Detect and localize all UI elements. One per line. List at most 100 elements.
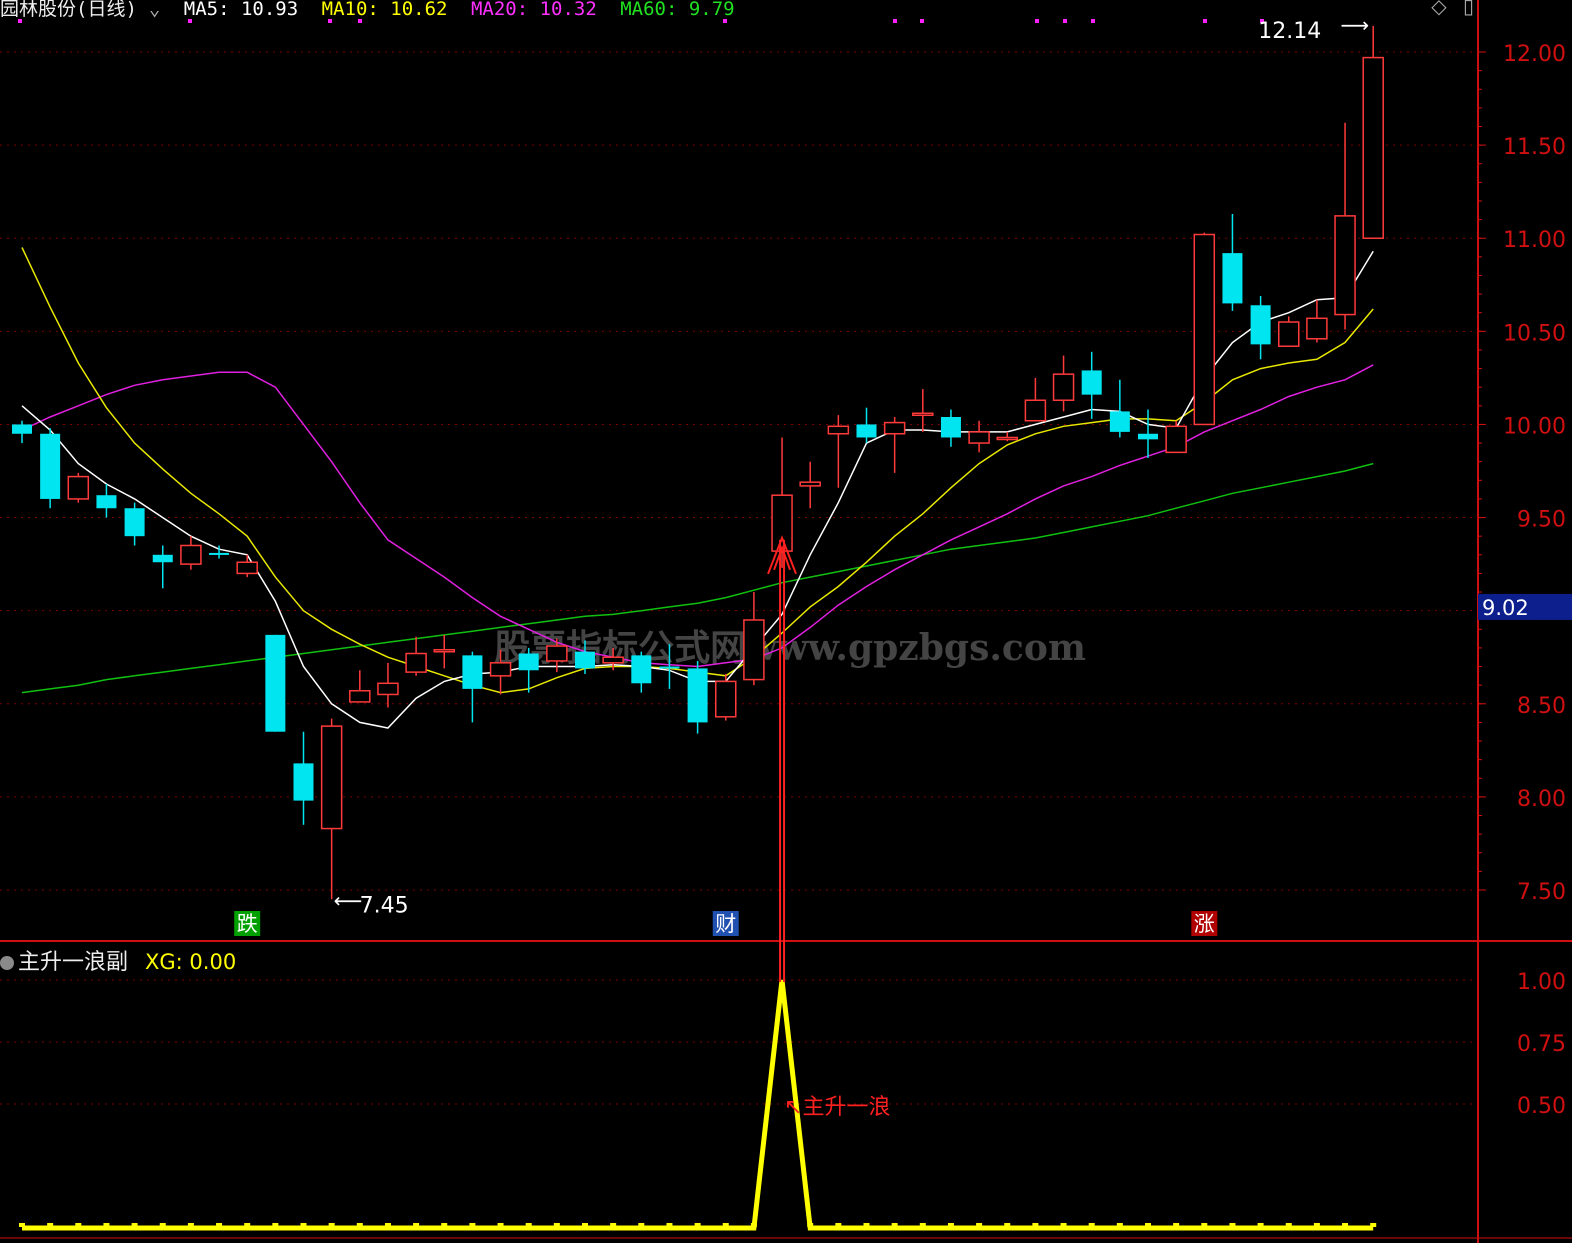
- xg-point: [300, 1223, 307, 1227]
- candle-body-down: [1222, 253, 1243, 304]
- candle-body-down: [209, 552, 230, 555]
- xg-point: [75, 1223, 82, 1227]
- top-marker: [1035, 19, 1039, 23]
- xg-point: [1201, 1223, 1208, 1227]
- candle-body-up: [912, 412, 934, 417]
- candle-body-up: [715, 680, 737, 718]
- candle-body-down: [12, 424, 32, 434]
- xg-point: [244, 1223, 251, 1227]
- xg-point: [384, 1223, 391, 1227]
- xg-point: [1145, 1223, 1151, 1227]
- y-tick-label: 10.50: [1503, 321, 1566, 346]
- panel-icon[interactable]: ▯: [1463, 0, 1474, 18]
- signal-annotation: ↖主升一浪: [784, 1095, 890, 1120]
- high-arrow-icon: ⟶: [1341, 13, 1370, 37]
- xg-point: [1285, 1223, 1292, 1227]
- top-marker: [1091, 19, 1095, 23]
- high-price-label: 12.14: [1258, 19, 1321, 44]
- candle-body-up: [1334, 215, 1356, 316]
- y-tick-label: 8.50: [1517, 694, 1566, 719]
- candle-body-up: [1052, 373, 1075, 401]
- xg-point: [666, 1223, 673, 1227]
- candle-body-down: [462, 655, 483, 689]
- diamond-icon[interactable]: ◇: [1431, 0, 1446, 18]
- top-marker: [893, 19, 897, 23]
- candle-body-down: [940, 416, 961, 438]
- ma20-line: [21, 364, 1374, 668]
- xg-point: [1342, 1223, 1349, 1227]
- xg-point: [750, 1223, 757, 1227]
- ma20-label: MA20: 10.32: [470, 0, 597, 20]
- y-tick-label: 10.00: [1503, 414, 1566, 439]
- xg-point: [47, 1223, 54, 1227]
- candle-body-up: [602, 656, 624, 664]
- xg-point: [582, 1223, 588, 1227]
- indicator-header: 主升一浪副 XG: 0.00: [0, 944, 236, 976]
- xg-point: [976, 1223, 983, 1227]
- y-tick-label: 8.00: [1517, 787, 1566, 812]
- candle-body-down: [293, 763, 314, 801]
- candle-body-down: [856, 424, 877, 438]
- top-marker: [1203, 19, 1207, 23]
- candle-body-down: [1250, 305, 1271, 345]
- candle-body-down: [40, 433, 61, 499]
- dropdown-icon[interactable]: ⌄: [149, 0, 160, 20]
- candle-body-down: [152, 554, 173, 563]
- candle-body-up: [320, 725, 343, 830]
- xg-point: [159, 1223, 166, 1227]
- low-price-label: 7.45: [360, 893, 409, 918]
- xg-point: [469, 1223, 476, 1227]
- candle-body-down: [1081, 370, 1102, 395]
- event-marker-label: 跌: [237, 912, 258, 936]
- candle-body-down: [124, 508, 145, 537]
- candle-body-up: [827, 425, 850, 435]
- xg-point: [525, 1223, 532, 1227]
- candle-body-down: [575, 651, 595, 669]
- xg-point: [891, 1223, 898, 1227]
- xg-point: [1370, 1223, 1377, 1227]
- top-marker: [1063, 19, 1067, 23]
- xg-point: [328, 1223, 335, 1227]
- candle-body-up: [349, 689, 371, 703]
- xg-point: [694, 1223, 701, 1227]
- low-arrow-icon: ⟵: [334, 888, 363, 912]
- xg-point: [103, 1223, 110, 1227]
- xg-point: [1060, 1223, 1067, 1227]
- xg-point: [610, 1223, 617, 1227]
- xg-point: [722, 1223, 729, 1227]
- xg-point: [1313, 1223, 1320, 1227]
- candle-body-up: [180, 544, 202, 565]
- y-tick-label: 12.00: [1503, 42, 1566, 67]
- xg-point: [19, 1223, 25, 1227]
- ma5-label: MA5: 10.93: [183, 0, 299, 20]
- candle-body-up: [405, 652, 427, 673]
- xg-point: [947, 1223, 954, 1227]
- xg-point: [553, 1223, 560, 1227]
- candle-body-down: [687, 668, 708, 723]
- chart-canvas[interactable]: 股票指标公式网www.gpzbgs.com 12.0011.5011.0010.…: [0, 0, 1572, 1243]
- sub-y-tick-label: 1.00: [1517, 970, 1566, 995]
- xg-point: [216, 1223, 223, 1227]
- event-marker-label: 财: [715, 912, 736, 936]
- indicator-name[interactable]: 主升一浪副: [18, 950, 128, 975]
- candle-body-up: [433, 649, 455, 653]
- top-toolbar: ◇ ▯: [1431, 0, 1474, 18]
- candle-body-up: [67, 475, 90, 500]
- candle-body-up: [1362, 56, 1384, 239]
- indicator-menu-icon[interactable]: [0, 956, 14, 970]
- ma60-label: MA60: 9.79: [620, 0, 735, 20]
- xg-point: [1088, 1223, 1095, 1227]
- event-marker-label: 涨: [1194, 912, 1215, 936]
- xg-point: [1229, 1223, 1236, 1227]
- xg-point: [441, 1223, 448, 1227]
- xg-point: [356, 1223, 363, 1227]
- candle-body-up: [1165, 425, 1187, 454]
- candle-body-up: [1306, 317, 1328, 340]
- xg-point: [1257, 1223, 1264, 1227]
- y-tick-label: 9.50: [1517, 508, 1566, 533]
- xg-point: [413, 1223, 420, 1227]
- stock-title[interactable]: 园林股份(日线): [0, 0, 137, 20]
- candle-body-up: [771, 494, 793, 552]
- candle-body-down: [1109, 411, 1130, 432]
- chart-header: 园林股份(日线) ⌄ MA5: 10.93 MA10: 10.62 MA20: 1…: [0, 0, 747, 20]
